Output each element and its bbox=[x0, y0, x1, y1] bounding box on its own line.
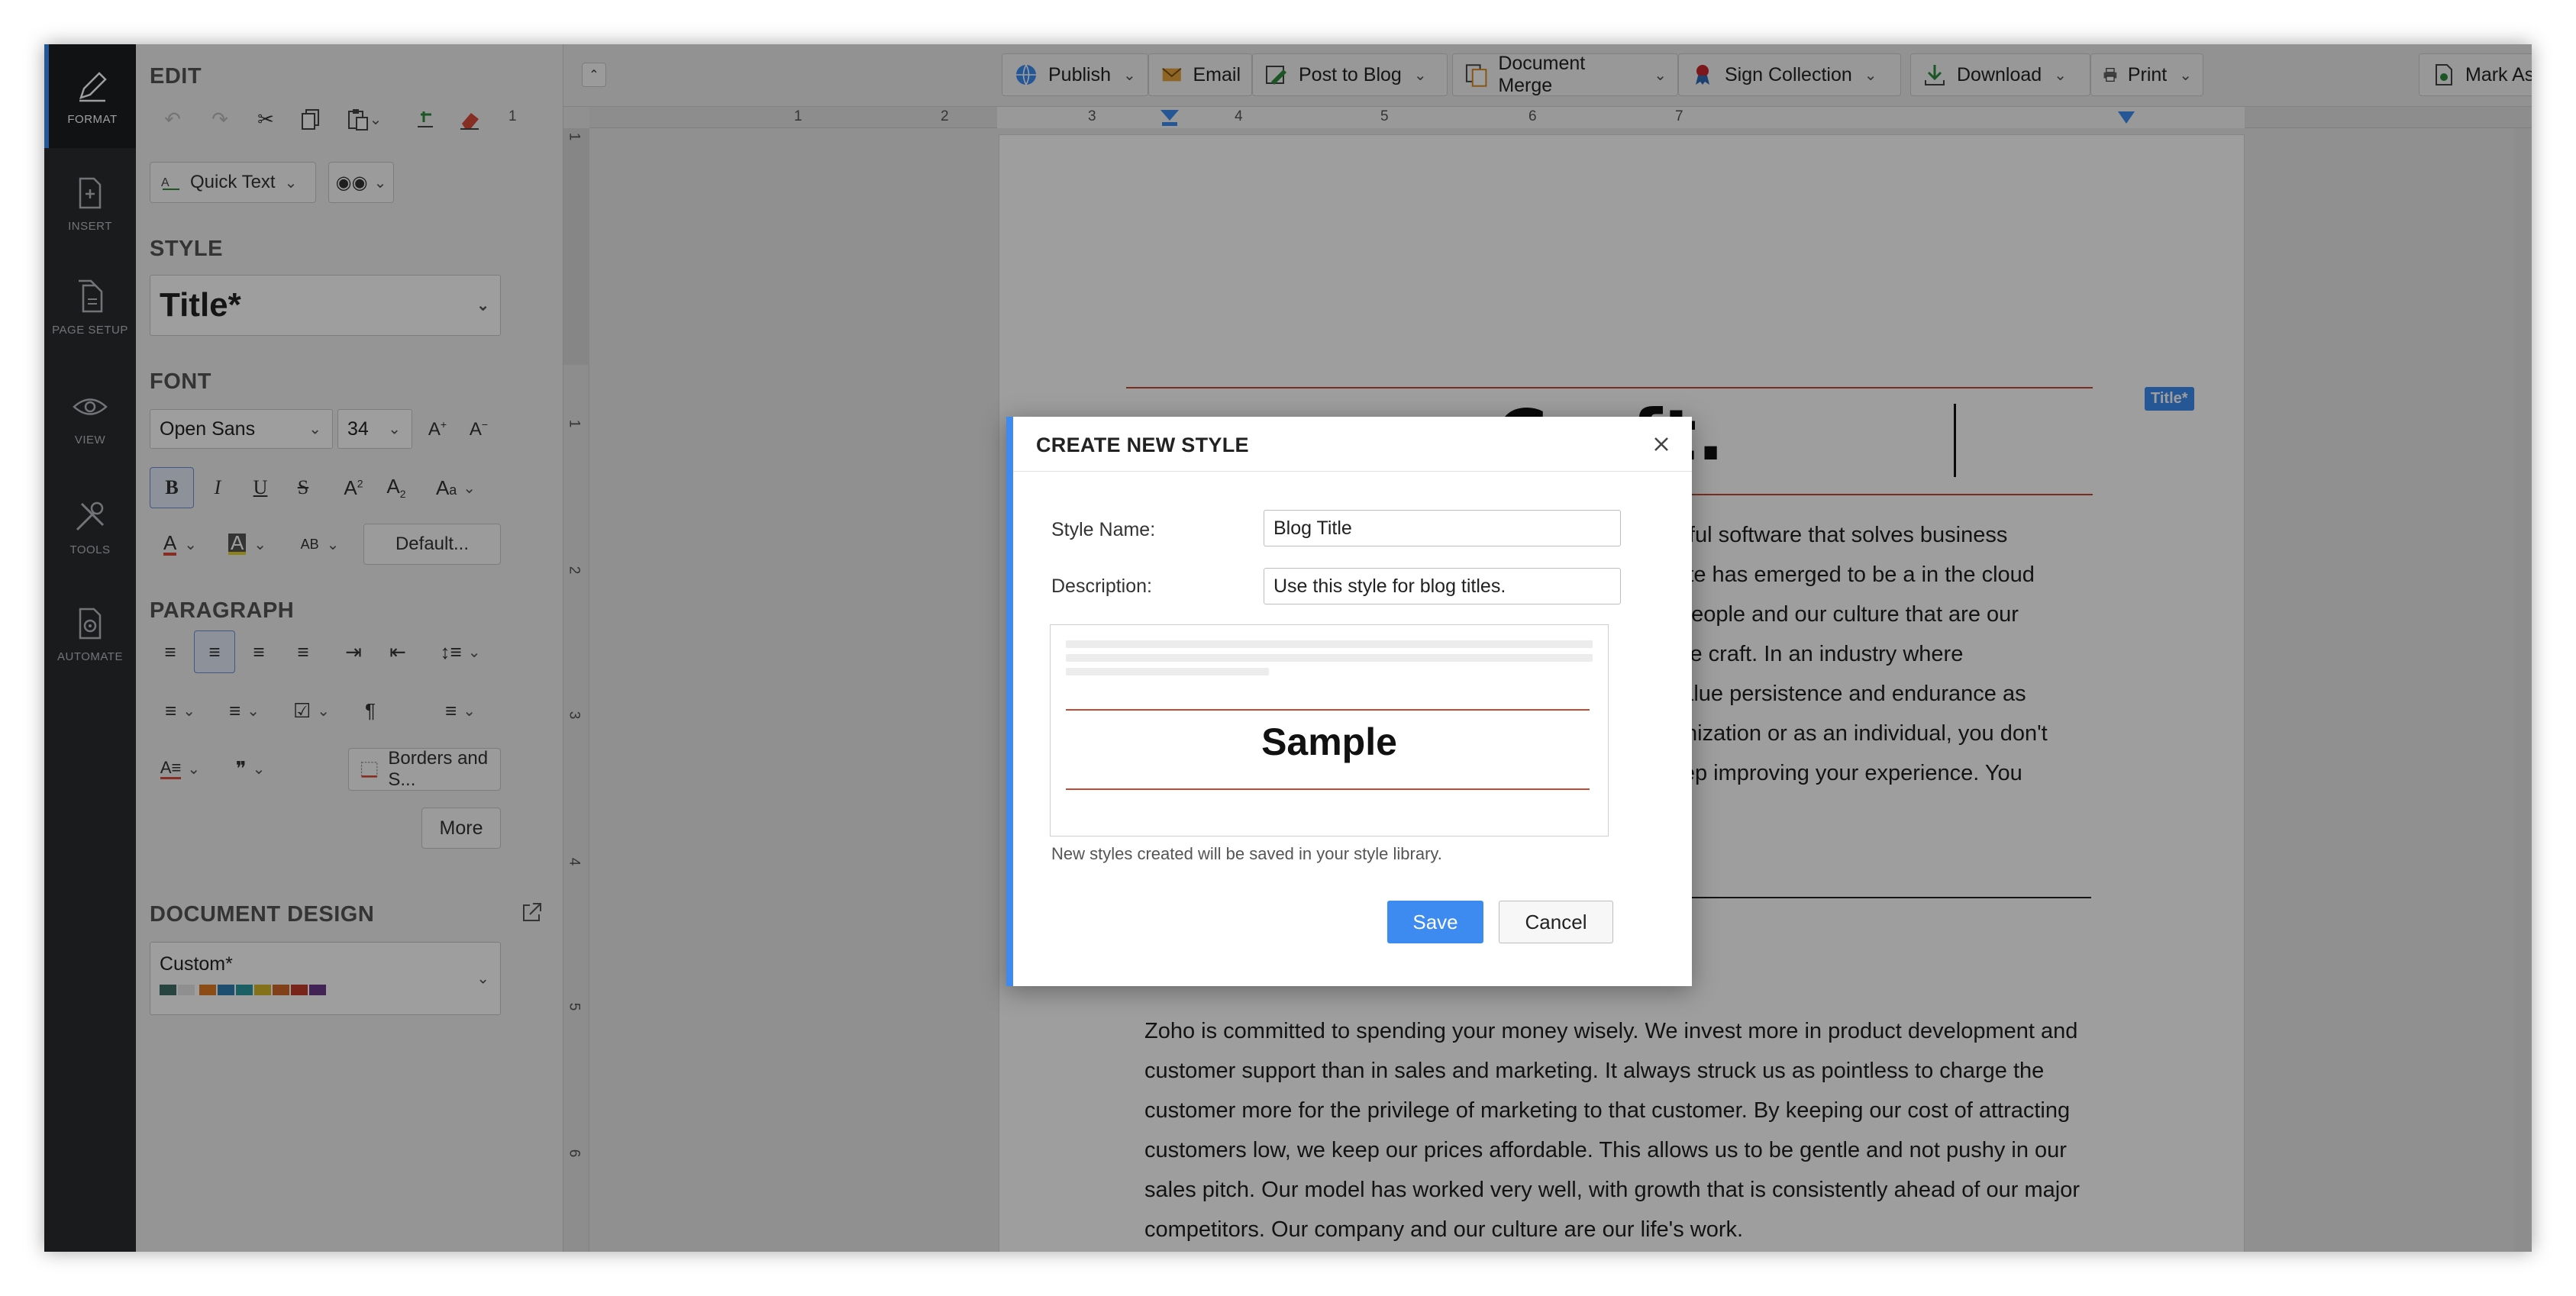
style-preview: Sample bbox=[1050, 624, 1609, 837]
preview-skeleton-line bbox=[1066, 668, 1269, 675]
app-window: FORMAT INSERT PAGE SETUP VIEW TOOLS AUTO… bbox=[44, 44, 2532, 1252]
save-button[interactable]: Save bbox=[1387, 901, 1483, 943]
preview-top-rule bbox=[1066, 709, 1590, 711]
preview-skeleton-line bbox=[1066, 654, 1593, 662]
preview-bottom-rule bbox=[1066, 788, 1590, 790]
dialog-note: New styles created will be saved in your… bbox=[1051, 844, 1442, 863]
close-icon[interactable] bbox=[1648, 430, 1675, 458]
cancel-button[interactable]: Cancel bbox=[1499, 901, 1613, 943]
description-input[interactable] bbox=[1264, 568, 1621, 604]
style-name-input[interactable] bbox=[1264, 510, 1621, 546]
dialog-title: CREATE NEW STYLE bbox=[1036, 434, 1249, 456]
description-label: Description: bbox=[1051, 575, 1152, 597]
create-style-dialog: CREATE NEW STYLE Style Name: Description… bbox=[1006, 417, 1692, 986]
preview-sample-text: Sample bbox=[1261, 721, 1397, 763]
dialog-header: CREATE NEW STYLE bbox=[1013, 417, 1692, 472]
preview-skeleton-line bbox=[1066, 640, 1593, 648]
style-name-label: Style Name: bbox=[1051, 519, 1156, 540]
